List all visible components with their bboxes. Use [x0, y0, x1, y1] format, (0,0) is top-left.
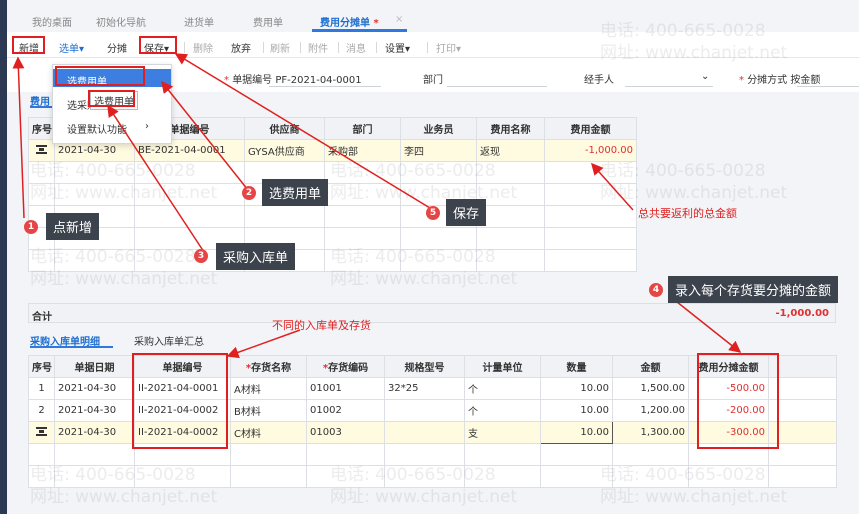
callout-enter-allocation: 录入每个存货要分摊的金额: [668, 276, 839, 303]
callout-select-expense: 选费用单: [262, 179, 329, 206]
arrow-total: [591, 162, 634, 211]
arrow-2: [161, 80, 249, 191]
arrow-1: [12, 56, 25, 219]
step-badge-1: 1: [24, 220, 38, 234]
note-different-receipts: 不同的入库单及存货: [272, 319, 371, 332]
step-badge-5: 5: [426, 206, 440, 220]
arrow-4: [671, 297, 742, 353]
step-badge-3: 3: [194, 249, 208, 263]
callout-save: 保存: [446, 199, 487, 226]
arrow-3: [107, 104, 205, 253]
annotation-arrows: [12, 53, 742, 359]
callout-click-new: 点新增: [46, 213, 100, 240]
note-total-rebate: 总共要返利的总金额: [638, 207, 737, 220]
callout-purchase-receipt: 采购入库单: [216, 243, 296, 270]
step-badge-2: 2: [242, 186, 256, 200]
step-badge-4: 4: [649, 283, 663, 297]
arrow-docs: [226, 329, 301, 359]
